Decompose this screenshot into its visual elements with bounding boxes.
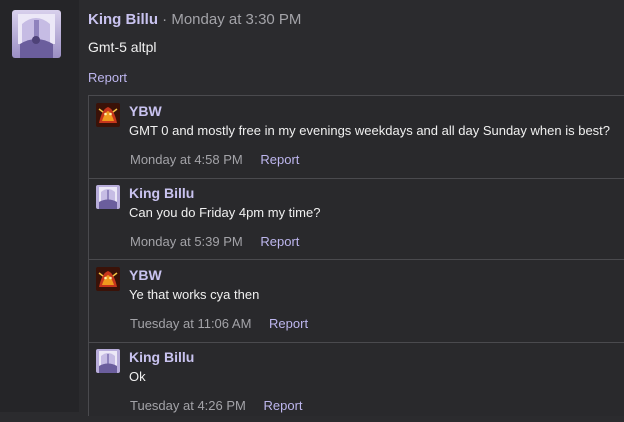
reply-text: Ok: [129, 369, 146, 384]
message-thread: King Billu · Monday at 3:30 PM Gmt-5 alt…: [0, 0, 624, 416]
reply-item: King Billu Ok Tuesday at 4:26 PM Report: [89, 342, 624, 422]
reply-item: YBW GMT 0 and mostly free in my evenings…: [89, 96, 624, 179]
post-separator: ·: [162, 11, 168, 28]
reply-item: King Billu Can you do Friday 4pm my time…: [89, 178, 624, 260]
reply-author[interactable]: YBW: [129, 103, 162, 119]
reply-author[interactable]: King Billu: [129, 185, 194, 201]
reply-timestamp[interactable]: Monday at 4:58 PM: [130, 152, 243, 167]
reply-timestamp[interactable]: Tuesday at 11:06 AM: [130, 316, 251, 331]
dragon-avatar-icon[interactable]: [96, 103, 120, 127]
reply-text: Can you do Friday 4pm my time?: [129, 205, 321, 220]
reply-text: GMT 0 and mostly free in my evenings wee…: [129, 123, 611, 138]
reply-meta: Tuesday at 11:06 AM Report: [130, 316, 308, 331]
reply-text: Ye that works cya then: [129, 287, 260, 302]
reply-report-link[interactable]: Report: [269, 316, 308, 331]
dragon-avatar-icon[interactable]: [96, 267, 120, 291]
reply-item: YBW Ye that works cya then Tuesday at 11…: [89, 260, 624, 343]
reply-report-link[interactable]: Report: [260, 152, 299, 167]
reply-author[interactable]: YBW: [129, 267, 162, 283]
reply-meta: Monday at 5:39 PM Report: [130, 234, 299, 249]
post-body: Gmt-5 altpl: [88, 39, 157, 55]
post-timestamp[interactable]: Monday at 3:30 PM: [171, 11, 301, 28]
reply-timestamp[interactable]: Monday at 5:39 PM: [130, 234, 243, 249]
post-header: King Billu · Monday at 3:30 PM: [88, 11, 301, 28]
castle-window-avatar-icon[interactable]: [96, 185, 120, 209]
castle-window-avatar-icon[interactable]: [12, 10, 61, 58]
replies-list: YBW GMT 0 and mostly free in my evenings…: [88, 95, 624, 416]
post-author[interactable]: King Billu: [88, 11, 158, 28]
reply-meta: Monday at 4:58 PM Report: [130, 152, 299, 167]
reply-author[interactable]: King Billu: [129, 349, 194, 365]
reply-report-link[interactable]: Report: [263, 398, 302, 413]
reply-meta: Tuesday at 4:26 PM Report: [130, 398, 303, 413]
post-report-link[interactable]: Report: [88, 70, 127, 85]
castle-window-avatar-icon[interactable]: [96, 349, 120, 373]
reply-timestamp[interactable]: Tuesday at 4:26 PM: [130, 398, 246, 413]
reply-report-link[interactable]: Report: [260, 234, 299, 249]
